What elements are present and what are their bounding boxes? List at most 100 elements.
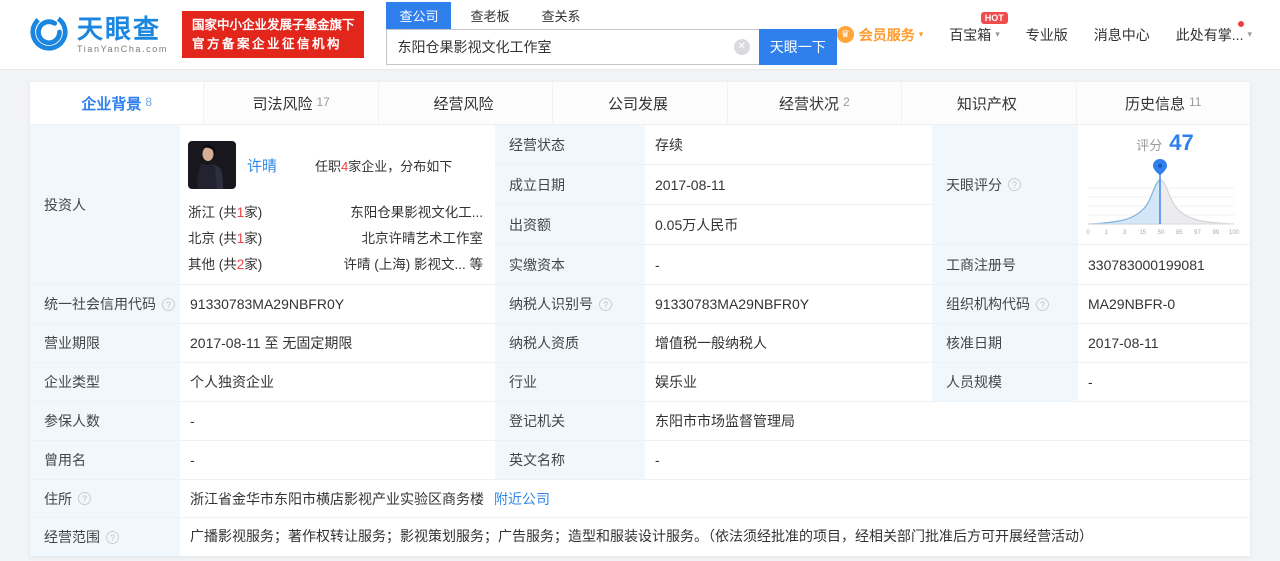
- field-label: 出资额: [509, 216, 551, 233]
- field-label: 营业期限: [44, 335, 100, 351]
- score-label-cell: 天眼评分 ?: [932, 125, 1078, 245]
- investor-name-link[interactable]: 许晴: [247, 155, 277, 176]
- help-icon[interactable]: ?: [599, 297, 612, 311]
- field-label: 纳税人资质: [509, 335, 579, 351]
- field-value: 个人独资企业: [190, 374, 274, 390]
- investor-region-row: 其他 (共2家) 许晴 (上海) 影视文... 等: [188, 252, 483, 278]
- field-label: 参保人数: [44, 413, 100, 429]
- tab-judicial-risk[interactable]: 司法风险 17: [204, 82, 379, 124]
- field-value-cell: -: [1078, 363, 1250, 402]
- site-header: 天眼查 TianYanCha.com 国家中小企业发展子基金旗下 官方备案企业征…: [0, 0, 1280, 70]
- top-nav: ♛ 会员服务 ▾ 百宝箱 ▾ HOT 专业版 消息中心 此处有掌... ▾: [836, 11, 1252, 45]
- nav-pro-label: 专业版: [1025, 26, 1068, 43]
- field-value-cell: MA29NBFR-0: [1078, 285, 1250, 324]
- address-value-cell: 浙江省金华市东阳市横店影视产业实验区商务楼 附近公司: [180, 480, 1250, 518]
- field-value-cell: 娱乐业: [645, 363, 932, 402]
- tab-company-background[interactable]: 企业背景 8: [30, 82, 205, 124]
- tab-count: 8: [145, 95, 153, 109]
- help-icon[interactable]: ?: [78, 492, 91, 505]
- tab-operating-risk[interactable]: 经营风险: [379, 82, 554, 124]
- field-value-cell: -: [180, 402, 495, 441]
- region-company-link[interactable]: 许晴 (上海) 影视文... 等: [344, 252, 484, 278]
- field-value-cell: 91330783MA29NBFR0Y: [180, 285, 495, 324]
- field-label-cell: 纳税人资质: [495, 324, 645, 363]
- svg-text:100: 100: [1229, 230, 1240, 236]
- region-company-link[interactable]: 北京许晴艺术工作室: [362, 226, 484, 252]
- search-tab-boss[interactable]: 查老板: [457, 2, 522, 29]
- help-icon[interactable]: ?: [1008, 178, 1021, 191]
- search-button[interactable]: 天眼一下: [758, 29, 837, 65]
- field-label-cell: 组织机构代码?: [932, 285, 1078, 324]
- nearby-companies-link[interactable]: 附近公司: [494, 489, 550, 509]
- field-value-cell: -: [180, 441, 495, 480]
- hot-badge: HOT: [980, 11, 1008, 24]
- logo-title: 天眼查: [77, 13, 162, 44]
- nav-toolbox-label: 百宝箱: [949, 26, 992, 43]
- field-label-cell: 成立日期: [495, 165, 645, 205]
- nav-pro-version[interactable]: 专业版: [1026, 25, 1068, 45]
- field-value: -: [1088, 374, 1093, 390]
- gov-badge-line2: 官方备案企业征信机构: [191, 36, 342, 51]
- field-label-cell: 曾用名: [30, 441, 180, 480]
- tab-label: 司法风险: [252, 95, 313, 113]
- field-label-cell: 英文名称: [495, 441, 645, 480]
- field-value: 存续: [655, 136, 683, 153]
- help-icon[interactable]: ?: [106, 530, 119, 544]
- svg-text:85: 85: [1176, 230, 1183, 236]
- svg-text:3: 3: [1123, 230, 1127, 236]
- help-icon[interactable]: ?: [162, 297, 175, 311]
- tab-count: 17: [316, 95, 330, 109]
- field-label-cell: 行业: [495, 363, 645, 402]
- tab-label: 知识产权: [956, 95, 1017, 113]
- tab-intellectual-property[interactable]: 知识产权: [902, 82, 1077, 124]
- help-icon[interactable]: ?: [1036, 297, 1049, 311]
- investor-region-row: 北京 (共1家) 北京许晴艺术工作室: [188, 226, 483, 252]
- field-value: 东阳市市场监督管理局: [655, 413, 795, 429]
- tab-company-development[interactable]: 公司发展: [553, 82, 728, 124]
- field-value: MA29NBFR-0: [1088, 296, 1176, 312]
- search-tab-company[interactable]: 查公司: [386, 2, 452, 29]
- company-detail-card: 企业背景 8 司法风险 17 经营风险 公司发展 经营状况 2 知识产权 历史信息 11…: [30, 82, 1250, 556]
- tab-operating-status[interactable]: 经营状况 2: [728, 82, 903, 124]
- field-label: 企业类型: [44, 374, 100, 390]
- field-label-cell: 实缴资本: [495, 245, 645, 285]
- nav-message-center[interactable]: 消息中心: [1094, 25, 1150, 45]
- search-input[interactable]: [386, 29, 759, 65]
- investor-label-cell: 投资人: [30, 125, 180, 285]
- field-label: 组织机构代码: [946, 296, 1030, 312]
- field-value: -: [655, 256, 660, 273]
- field-label-cell: 企业类型: [30, 363, 180, 402]
- field-label-cell: 统一社会信用代码?: [30, 285, 180, 324]
- field-value-cell: 东阳市市场监督管理局: [645, 402, 1250, 441]
- investor-avatar[interactable]: [188, 141, 236, 189]
- clear-search-icon[interactable]: ✕: [733, 39, 750, 55]
- business-scope-value-cell: 广播影视服务；著作权转让服务；影视策划服务；广告服务；造型和服装设计服务。（依法…: [180, 518, 1250, 556]
- field-value: 330783000199081: [1088, 256, 1205, 273]
- nav-more-label: 此处有掌...: [1175, 26, 1244, 43]
- field-value-cell: 2017-08-11: [1078, 324, 1250, 363]
- field-value: 2017-08-11: [1088, 335, 1159, 351]
- tab-label: 经营状况: [779, 95, 840, 113]
- investor-label: 投资人: [44, 196, 86, 213]
- field-value-cell: -: [645, 245, 932, 285]
- score-label: 天眼评分: [946, 176, 1002, 193]
- field-label: 行业: [509, 374, 537, 390]
- svg-text:1: 1: [1105, 230, 1109, 236]
- field-label-cell: 住所?: [30, 480, 180, 518]
- field-value-cell: 0.05万人民币: [645, 205, 932, 245]
- field-label-cell: 经营范围?: [30, 518, 180, 556]
- nav-more[interactable]: 此处有掌... ▾: [1175, 20, 1252, 45]
- field-value: 0.05万人民币: [655, 216, 739, 233]
- field-value-cell: 存续: [645, 125, 932, 165]
- score-chart-cell: 评分 47 0 1 3 15 50 85 97 99 100: [1078, 125, 1250, 245]
- nav-vip-services[interactable]: ♛ 会员服务 ▾: [836, 25, 923, 45]
- field-label-cell: 核准日期: [932, 324, 1078, 363]
- tianyancha-logo-icon: [28, 11, 70, 58]
- region-company-link[interactable]: 东阳仓果影视文化工...: [350, 200, 483, 226]
- tianyancha-logo[interactable]: 天眼查 TianYanCha.com: [28, 11, 168, 58]
- field-label: 纳税人识别号: [509, 296, 593, 312]
- business-scope-value: 广播影视服务；著作权转让服务；影视策划服务；广告服务；造型和服装设计服务。（依法…: [190, 528, 1093, 545]
- search-tab-relation[interactable]: 查关系: [528, 2, 593, 29]
- tab-history-info[interactable]: 历史信息 11: [1077, 82, 1250, 124]
- nav-toolbox[interactable]: 百宝箱 ▾ HOT: [949, 11, 1008, 45]
